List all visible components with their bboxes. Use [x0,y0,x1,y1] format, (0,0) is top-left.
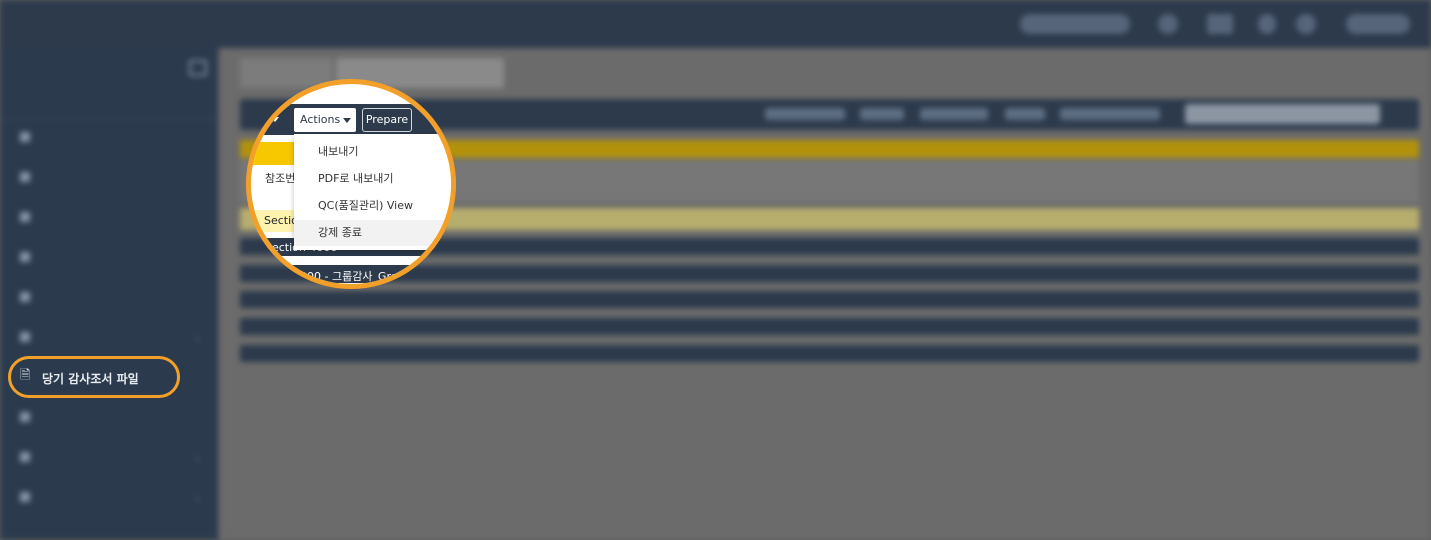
sidebar-item[interactable] [0,118,218,158]
section-label: Sectio [264,214,298,227]
section-row[interactable]: 7000 - 그룹감사_Gro [251,265,451,283]
sidebar-item[interactable] [0,398,218,438]
sidebar-item[interactable] [0,158,218,198]
actions-dropdown-menu: 내보내기 PDF로 내보내기 QC(품질관리) View 강제 종료 [294,134,451,250]
menu-item-force-close[interactable]: 강제 종료 [294,220,451,246]
toolbar-button[interactable] [920,108,988,120]
sidebar: ⌄ ⌄ ⌄ [0,48,218,540]
menu-icon [20,212,30,222]
bell-icon[interactable] [1258,14,1276,34]
sidebar-item[interactable]: ⌄ [0,318,218,358]
top-bar [0,0,1431,48]
section-row[interactable] [240,318,1419,335]
toolbar-button[interactable] [765,108,845,120]
menu-icon [20,412,30,422]
section-row-label: 7000 - 그룹감사_Gro [293,270,398,283]
help-icon[interactable] [1296,14,1316,34]
document-icon: 🗎 [20,368,31,383]
menu-icon [20,492,30,502]
actions-button[interactable]: Actions [294,108,356,132]
search-input[interactable] [1185,104,1380,124]
sidebar-item[interactable] [0,278,218,318]
actions-button-label: Actions [300,113,341,126]
menu-icon [20,332,30,342]
top-bar-widget[interactable] [1020,14,1130,34]
toolbar-button[interactable] [1005,108,1045,120]
menu-icon [20,132,30,142]
sidebar-item-label: 당기 감사조서 파일 [42,372,139,386]
lock-icon[interactable] [1158,14,1178,34]
toolbar-button[interactable] [860,108,904,120]
caret-down-icon [343,118,351,123]
flag-icon[interactable] [1207,14,1233,34]
sidebar-item[interactable]: ⌄ [0,478,218,518]
chevron-down-icon: ⌄ [193,330,203,343]
section-row[interactable] [240,345,1419,362]
ref-number-header: 참조번 [265,172,296,185]
menu-item-export-pdf[interactable]: PDF로 내보내기 [294,166,451,192]
sidebar-item-current-audit-file[interactable]: 🗎 당기 감사조서 파일 [8,356,180,398]
toolbar-button[interactable] [1060,108,1160,120]
prepare-button[interactable]: Prepare [362,108,412,132]
section-row[interactable] [240,291,1419,308]
menu-icon [20,452,30,462]
magnifier-lens: Actions Prepare 참조번 Sectio Section 4000 … [246,79,456,289]
chevron-down-icon: ⌄ [193,490,203,503]
sidebar-item[interactable]: ⌄ [0,438,218,478]
menu-item-export[interactable]: 내보내기 [294,139,451,165]
sidebar-item[interactable] [0,198,218,238]
menu-icon [20,292,30,302]
chevron-down-icon: ⌄ [193,450,203,463]
menu-icon [20,172,30,182]
collapse-icon[interactable] [189,60,207,76]
sidebar-item[interactable] [0,238,218,278]
blurred-background: ⌄ ⌄ ⌄ [0,0,1431,540]
menu-icon [20,252,30,262]
menu-item-qc-view[interactable]: QC(품질관리) View [294,193,451,219]
user-menu[interactable] [1346,14,1410,34]
caret-down-icon[interactable] [271,117,279,122]
